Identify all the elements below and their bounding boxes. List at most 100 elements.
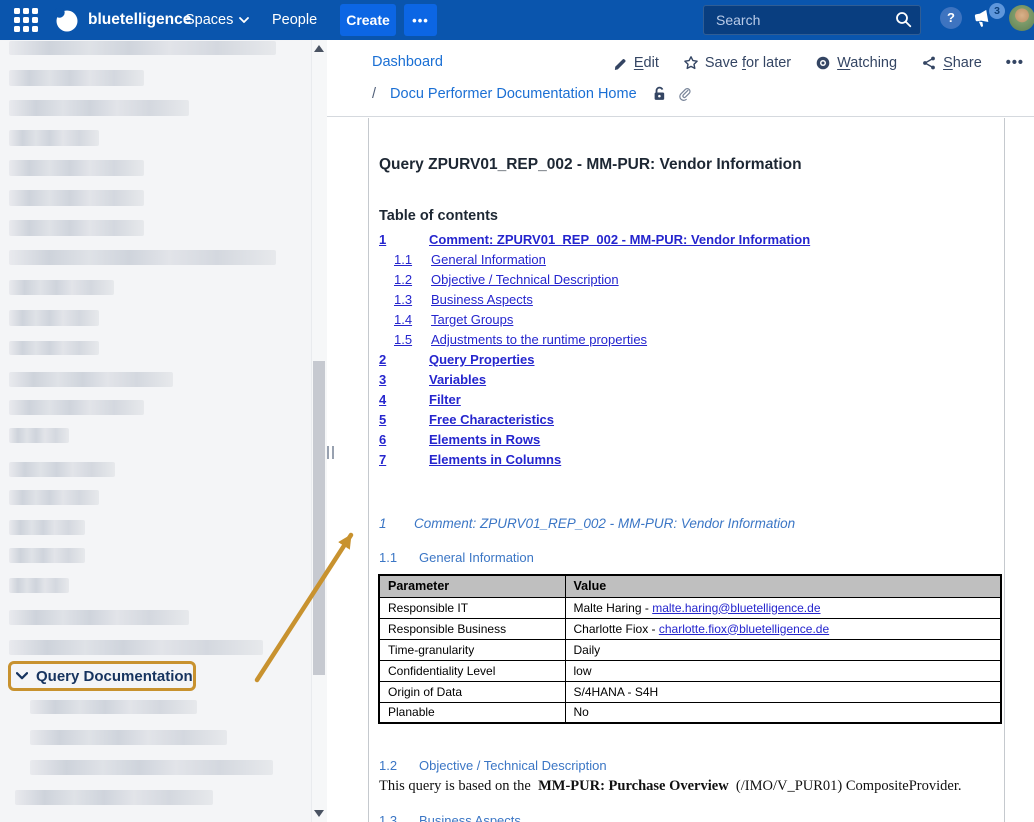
sidebar-skeleton-item[interactable]	[9, 190, 144, 206]
toc-number-link[interactable]: 1.1	[394, 252, 412, 267]
chevron-down-icon	[239, 17, 249, 23]
sidebar-skeleton-item[interactable]	[9, 372, 173, 387]
watching-eye-icon	[815, 55, 831, 71]
share-icon	[921, 55, 937, 71]
page-more-actions-button[interactable]: •••	[1006, 55, 1024, 71]
breadcrumb-current-page-link[interactable]: Docu Performer Documentation Home	[390, 86, 637, 102]
sidebar-skeleton-item[interactable]	[9, 640, 263, 655]
sidebar-skeleton-item[interactable]	[30, 760, 273, 775]
toc-entry-link[interactable]: Query Properties	[429, 352, 535, 367]
value-cell: Daily	[565, 639, 1001, 660]
table-row: Time-granularityDaily	[379, 639, 1001, 660]
sidebar-skeleton-item[interactable]	[9, 341, 99, 355]
toc-row: 7 Elements in Columns	[379, 452, 999, 472]
search-icon[interactable]	[895, 11, 912, 28]
user-avatar[interactable]	[1009, 5, 1034, 31]
toc-number-link[interactable]: 6	[379, 432, 386, 447]
toc-number-link[interactable]: 1.4	[394, 312, 412, 327]
toc-entry-link[interactable]: Business Aspects	[431, 292, 533, 307]
toc-number-link[interactable]: 4	[379, 392, 386, 407]
toc-number-link[interactable]: 1.3	[394, 292, 412, 307]
edit-button[interactable]: Edit	[613, 55, 659, 71]
sidebar-skeleton-item[interactable]	[9, 400, 144, 415]
bluetelligence-logo-icon[interactable]	[54, 8, 80, 32]
notifications-button[interactable]: 3	[972, 8, 998, 34]
sidebar-skeleton-item[interactable]	[9, 220, 144, 236]
sidebar-skeleton-item[interactable]	[15, 790, 213, 805]
sidebar-skeleton-item[interactable]	[9, 428, 69, 443]
sidebar-skeleton-item[interactable]	[9, 250, 276, 265]
value-cell: Malte Haring - malte.haring@bluetelligen…	[565, 597, 1001, 618]
toc-number-link[interactable]: 1.5	[394, 332, 412, 347]
help-icon[interactable]: ?	[940, 7, 962, 29]
sidebar-skeleton-item[interactable]	[9, 578, 69, 593]
toc-entry-link[interactable]: Variables	[429, 372, 486, 387]
toc-entry-link[interactable]: Comment: ZPURV01_REP_002 - MM-PUR: Vendo…	[429, 232, 810, 247]
email-link[interactable]: malte.haring@bluetelligence.de	[652, 601, 820, 615]
toc-entry-link[interactable]: Elements in Rows	[429, 432, 540, 447]
app-switcher-icon[interactable]	[14, 8, 38, 32]
toc-number-link[interactable]: 7	[379, 452, 386, 467]
scroll-down-arrow[interactable]	[314, 810, 324, 817]
toc-row: 6 Elements in Rows	[379, 432, 999, 452]
brand-name[interactable]: bluetelligence	[88, 0, 191, 40]
toc-row: 2 Query Properties	[379, 352, 999, 372]
toc-row: 1.1 General Information	[379, 252, 999, 272]
unlock-icon[interactable]	[651, 85, 668, 102]
toc-entry-link[interactable]: General Information	[431, 252, 546, 267]
share-button[interactable]: Share	[921, 55, 982, 71]
notification-count-badge: 3	[989, 3, 1005, 19]
toc-number-link[interactable]: 3	[379, 372, 386, 387]
toc-entry-link[interactable]: Free Characteristics	[429, 412, 554, 427]
create-button[interactable]: Create	[340, 4, 396, 36]
sidebar-skeleton-item[interactable]	[9, 610, 189, 625]
parameter-cell: Responsible IT	[379, 597, 565, 618]
paperclip-icon[interactable]	[676, 86, 692, 102]
sidebar-skeleton-item[interactable]	[9, 310, 99, 326]
toc-entry-link[interactable]: Target Groups	[431, 312, 513, 327]
toc-entry-link[interactable]: Adjustments to the runtime properties	[431, 332, 647, 347]
sidebar-skeleton-item[interactable]	[9, 462, 115, 477]
page-actions: Edit Save for later Watching Share •••	[613, 55, 1024, 71]
general-information-table: ParameterValueResponsible ITMalte Haring…	[378, 574, 1002, 724]
search-input[interactable]	[703, 5, 921, 35]
sidebar-skeleton-item[interactable]	[30, 700, 197, 714]
sidebar-resize-handle[interactable]	[327, 446, 334, 459]
nav-people-link[interactable]: People	[272, 0, 317, 40]
search-box	[703, 5, 921, 35]
scroll-up-arrow[interactable]	[314, 45, 324, 52]
sidebar-skeleton-item[interactable]	[9, 160, 144, 176]
sidebar-skeleton-item[interactable]	[9, 130, 99, 146]
toc-number-link[interactable]: 5	[379, 412, 386, 427]
toc-row: 1 Comment: ZPURV01_REP_002 - MM-PUR: Vend…	[379, 232, 999, 252]
parameter-cell: Origin of Data	[379, 681, 565, 702]
nav-spaces-menu[interactable]: Spaces	[185, 0, 249, 40]
sidebar-scrollbar-thumb[interactable]	[313, 361, 325, 675]
toc-number-link[interactable]: 1	[379, 232, 386, 247]
toc-entry-link[interactable]: Elements in Columns	[429, 452, 561, 467]
save-for-later-button[interactable]: Save for later	[683, 55, 791, 71]
nav-more-button[interactable]: •••	[404, 4, 437, 36]
watching-button[interactable]: Watching	[815, 55, 897, 71]
based-on-paragraph: This query is based on the MM-PUR: Purch…	[379, 778, 994, 795]
toc-entry-link[interactable]: Filter	[429, 392, 461, 407]
sidebar-skeleton-item[interactable]	[9, 70, 144, 86]
sidebar-skeleton-item[interactable]	[9, 100, 189, 116]
sidebar: Query Documentation	[0, 40, 327, 822]
sidebar-skeleton-item[interactable]	[30, 730, 227, 745]
toc-entry-link[interactable]: Objective / Technical Description	[431, 272, 619, 287]
table-row: Confidentiality Levellow	[379, 660, 1001, 681]
sidebar-skeleton-item[interactable]	[9, 41, 276, 55]
toc-number-link[interactable]: 1.2	[394, 272, 412, 287]
toc-number-link[interactable]: 2	[379, 352, 386, 367]
email-link[interactable]: charlotte.fiox@bluetelligence.de	[659, 622, 829, 636]
sidebar-skeleton-item[interactable]	[9, 490, 99, 505]
sidebar-skeleton-item[interactable]	[9, 280, 114, 295]
toc-row: 1.4 Target Groups	[379, 312, 999, 332]
breadcrumb-dashboard-link[interactable]: Dashboard	[372, 54, 443, 70]
confluence-page: bluetelligence Spaces People Create ••• …	[0, 0, 1034, 822]
sidebar-item-query-documentation[interactable]: Query Documentation	[16, 662, 193, 690]
sidebar-skeleton-item[interactable]	[9, 548, 85, 563]
sidebar-skeleton-item[interactable]	[9, 520, 85, 535]
table-row: Responsible BusinessCharlotte Fiox - cha…	[379, 618, 1001, 639]
